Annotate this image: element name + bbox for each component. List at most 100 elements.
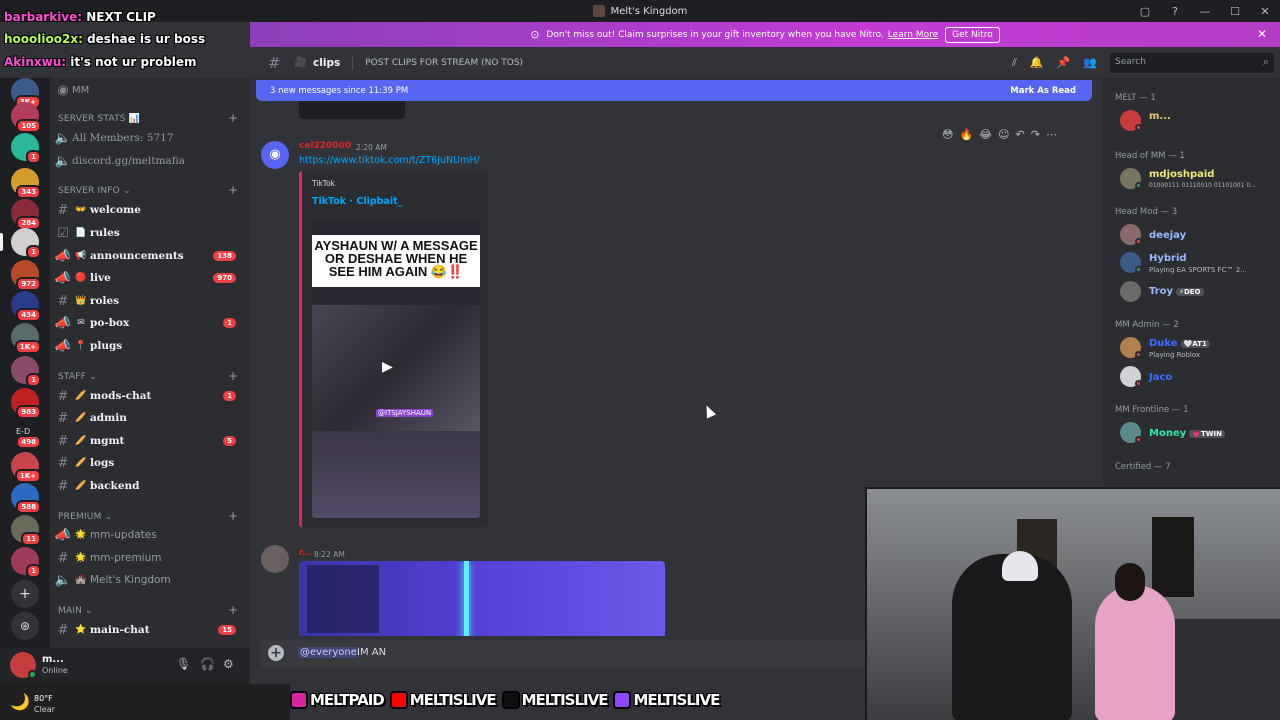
channel-po-box[interactable]: 📣 ✉ po-box 1 (54, 313, 246, 333)
channel-rules[interactable]: ☑ 📄 rules (54, 223, 246, 243)
server-icon[interactable]: 11 (11, 515, 41, 546)
server-icon[interactable]: 588 (11, 483, 41, 514)
server-icon[interactable]: 498 (11, 418, 41, 449)
member-item[interactable]: m... (1120, 108, 1280, 134)
member-item[interactable]: Duke 🤍AT1 Playing Roblox (1120, 335, 1280, 361)
bell-icon[interactable]: 🔔 (1030, 56, 1044, 70)
member-item[interactable]: Hybrid Playing EA SPORTS FC™ 2... (1120, 250, 1280, 276)
weather-moon-icon[interactable]: 🌙 (10, 692, 30, 711)
server-icon[interactable]: 1K+ (11, 323, 41, 354)
member-item[interactable]: Troy ⚡DEO (1120, 279, 1280, 305)
member-item[interactable]: mdjoshpaid 01000111 01110010 01101001 0..… (1120, 166, 1280, 192)
server-icon[interactable]: 1 (11, 547, 41, 578)
server-icon[interactable]: 1 (11, 228, 41, 259)
get-nitro-button[interactable]: Get Nitro (945, 26, 1000, 43)
add-channel-icon[interactable]: + (228, 183, 238, 197)
reaction-emoji-icon[interactable]: 🔥 (959, 128, 973, 141)
message-author[interactable]: r... (299, 548, 312, 558)
channel-main-chat[interactable]: # ⭐ main-chat 15 (54, 620, 246, 640)
add-reaction-icon[interactable]: ☺ (998, 128, 1009, 141)
server-icon[interactable]: 972 (11, 260, 41, 291)
reaction-emoji-icon[interactable]: 😂 (979, 128, 992, 141)
maximize-button[interactable]: ☐ (1220, 5, 1250, 18)
inbox-icon[interactable]: ▢ (1130, 5, 1160, 18)
close-icon[interactable]: ✕ (1257, 27, 1267, 41)
mark-as-read-button[interactable]: Mark As Read (1010, 86, 1076, 96)
add-channel-icon[interactable]: + (228, 369, 238, 383)
help-icon[interactable]: ? (1160, 5, 1190, 18)
channel-plugs[interactable]: 📣 📍 plugs (54, 336, 246, 356)
message-author[interactable]: cel220000 (299, 141, 351, 151)
server-icon[interactable]: 983 (11, 388, 41, 419)
tiktok-icon (501, 691, 520, 709)
member-item[interactable]: deejay (1120, 222, 1280, 248)
channel-topic[interactable]: POST CLIPS FOR STREAM (NO TOS) (365, 58, 523, 68)
channel-mm-premium[interactable]: # 🌟 mm-premium (54, 548, 246, 568)
server-icon[interactable]: 284 (11, 199, 41, 230)
channel-admin[interactable]: # 🥖 admin (54, 408, 246, 428)
forward-icon[interactable]: ↷ (1031, 128, 1040, 141)
microphone-icon[interactable]: 🎙 (176, 657, 191, 671)
play-icon[interactable]: ▶ (382, 359, 393, 375)
message-time: 2:20 AM (356, 143, 387, 152)
category-main[interactable]: MAIN ⌄ (58, 606, 93, 616)
settings-gear-icon[interactable]: ⚙ (223, 657, 234, 671)
headphones-icon[interactable]: 🎧 (200, 657, 215, 671)
reply-icon[interactable]: ↶ (1016, 128, 1025, 141)
add-channel-icon[interactable]: + (228, 603, 238, 617)
thumbnail-caption: AYSHAUN W/ A MESSAGE OR DESHAE WHEN HE S… (312, 235, 480, 287)
stat-channel[interactable]: 🔈 discord.gg/meltmafia (54, 151, 246, 171)
category-server-stats[interactable]: SERVER STATS 📊 (58, 114, 140, 124)
learn-more-link[interactable]: Learn More (888, 30, 938, 40)
pin-icon[interactable]: 📌 (1057, 56, 1071, 70)
discover-icon[interactable]: ⊛ (11, 612, 39, 640)
add-channel-icon[interactable]: + (228, 111, 238, 125)
embed-title[interactable]: TikTok · Clipbait_ (312, 196, 402, 207)
close-window-button[interactable]: ✕ (1250, 5, 1280, 18)
add-channel-icon[interactable]: + (228, 509, 238, 523)
threads-icon[interactable]: ⫽ (1012, 56, 1017, 70)
channel-announcements[interactable]: 📣 📢 announcements 138 (54, 246, 246, 266)
speaker-icon: 🔈 (54, 572, 72, 588)
minimize-button[interactable]: — (1190, 5, 1220, 18)
channel-roles[interactable]: # 👑 roles (54, 291, 246, 311)
avatar[interactable] (261, 545, 289, 573)
discord-avatar[interactable]: ◉ (261, 141, 289, 169)
more-icon[interactable]: ⋯ (1046, 128, 1057, 141)
server-icon[interactable]: 343 (11, 168, 41, 199)
members-icon[interactable]: 👥 (1083, 56, 1097, 70)
channel-mm-updates[interactable]: 📣 🌟 mm-updates (54, 525, 246, 545)
server-icon[interactable]: 105 (11, 102, 41, 133)
channel-mm[interactable]: ◉ MM (54, 80, 246, 100)
reaction-emoji-icon[interactable]: 😳 (942, 128, 953, 141)
category-premium[interactable]: PREMIUM ⌄ (58, 512, 112, 522)
channel-backend[interactable]: # 🥖 backend (54, 476, 246, 496)
stat-channel[interactable]: 🔈 All Members: 5717 (54, 128, 246, 148)
channel-welcome[interactable]: # 👐 welcome (54, 200, 246, 220)
tiktok-link[interactable]: https://www.tiktok.com/t/ZT6JuNUmH/ (299, 155, 480, 166)
server-icon[interactable]: 1 (11, 356, 41, 387)
add-server-icon[interactable]: + (11, 580, 39, 608)
category-server-info[interactable]: SERVER INFO ⌄ (58, 186, 131, 196)
server-icon[interactable]: 1K+ (11, 452, 41, 483)
channel-logs[interactable]: # 🥖 logs (54, 453, 246, 473)
new-messages-bar[interactable]: 3 new messages since 11:39 PM Mark As Re… (256, 80, 1092, 101)
server-icon[interactable]: 434 (11, 291, 41, 322)
member-item[interactable]: Jaco (1120, 364, 1280, 390)
video-frame-bottom (312, 431, 480, 518)
search-input[interactable]: Search ⌕ (1110, 53, 1274, 73)
webcam-background (1152, 517, 1194, 597)
image-attachment[interactable] (299, 561, 665, 636)
channel-melts-kingdom[interactable]: 🔈 🏰 Melt's Kingdom (54, 570, 246, 590)
member-item[interactable]: Money 💗TWIN (1120, 420, 1280, 446)
instagram-icon (290, 691, 308, 709)
channel-mgmt[interactable]: # 🥖 mgmt 5 (54, 431, 246, 451)
attach-plus-icon[interactable]: + (268, 645, 284, 661)
embed-provider: TikTok (312, 179, 336, 188)
channel-live[interactable]: 📣 🔴 live 970 (54, 268, 246, 288)
channel-mods-chat[interactable]: # 🥖 mods-chat 1 (54, 386, 246, 406)
category-staff[interactable]: STAFF ⌄ (58, 372, 97, 382)
speaker-icon: 🔈 (54, 130, 72, 146)
embed-thumbnail[interactable]: AYSHAUN W/ A MESSAGE OR DESHAE WHEN HE S… (312, 219, 480, 518)
server-icon[interactable]: 1 (11, 133, 41, 164)
